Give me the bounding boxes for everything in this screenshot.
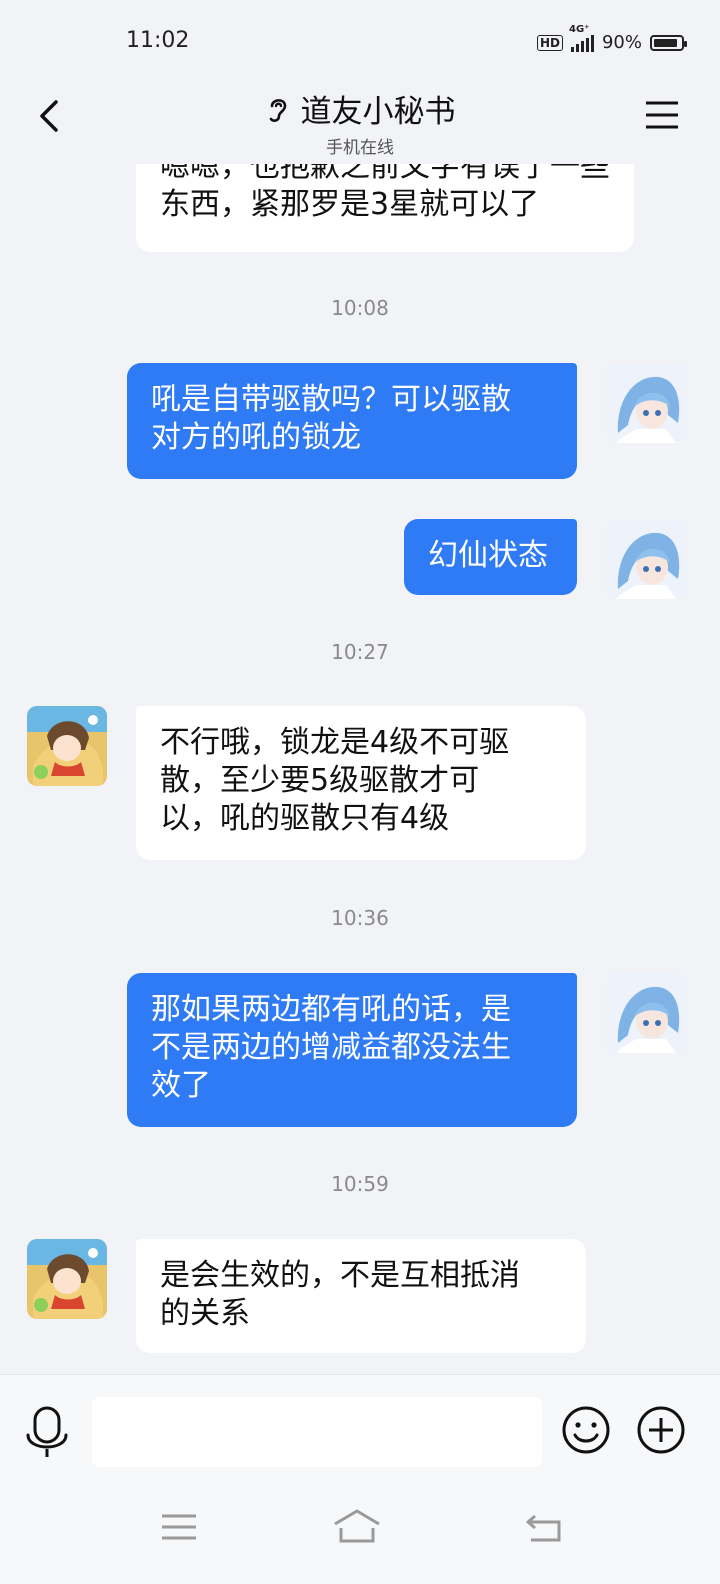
message-bubble-sent[interactable]: 那如果两边都有吼的话，是 不是两边的增减益都没法生 效了 xyxy=(127,973,577,1127)
message-bubble-sent[interactable]: 幻仙状态 xyxy=(404,519,577,595)
chat-title: 道友小秘书 xyxy=(300,94,456,130)
anime-girl-avatar-icon xyxy=(606,973,686,1053)
home-icon[interactable] xyxy=(332,1508,382,1544)
message-bubble-received[interactable]: 不行哦，锁龙是4级不可驱 散，至少要5级驱散才可 以，吼的驱散只有4级 xyxy=(136,706,586,860)
anime-girl-avatar-icon xyxy=(606,519,686,599)
menu-icon[interactable] xyxy=(160,1512,198,1542)
timestamp: 10:08 xyxy=(331,296,389,320)
input-bar xyxy=(0,1374,720,1485)
system-nav-bar xyxy=(0,1484,720,1584)
online-status: 手机在线 xyxy=(326,138,394,158)
timestamp: 10:36 xyxy=(331,906,389,930)
message-bubble-received[interactable]: 是会生效的，不是互相抵消 的关系 xyxy=(136,1239,586,1353)
contact-avatar[interactable] xyxy=(27,706,107,786)
status-time: 11:02 xyxy=(126,28,190,53)
hamburger-menu-icon[interactable] xyxy=(644,98,680,132)
back-icon[interactable] xyxy=(525,1512,563,1544)
microphone-icon[interactable] xyxy=(24,1405,70,1459)
cartoon-character-avatar-icon xyxy=(27,706,107,786)
timestamp: 10:59 xyxy=(331,1172,389,1196)
status-bar: 11:02 HD 4G⁺ 90% xyxy=(0,0,720,86)
signal-icon: 4G⁺ xyxy=(569,24,594,52)
message-bubble-received[interactable]: 嗯嗯，也抱歉之前文字有误了一些 东西，紧那罗是3星就可以了 xyxy=(136,164,634,252)
status-icons: HD 4G⁺ 90% xyxy=(536,24,687,53)
contact-avatar[interactable] xyxy=(27,1239,107,1319)
ear-icon xyxy=(269,98,286,122)
timestamp: 10:27 xyxy=(331,640,389,664)
message-bubble-sent[interactable]: 吼是自带驱散吗？可以驱散 对方的吼的锁龙 xyxy=(127,363,577,479)
my-avatar[interactable] xyxy=(606,519,686,599)
anime-girl-avatar-icon xyxy=(606,363,686,443)
my-avatar[interactable] xyxy=(606,363,686,443)
message-input[interactable] xyxy=(92,1397,542,1467)
smiley-icon[interactable] xyxy=(561,1405,611,1455)
battery-percent: 90% xyxy=(601,32,642,53)
plus-circle-icon[interactable] xyxy=(636,1405,686,1455)
title-block[interactable]: 道友小秘书 手机在线 xyxy=(0,86,720,158)
message-list[interactable]: 嗯嗯，也抱歉之前文字有误了一些 东西，紧那罗是3星就可以了 10:08 吼是自带… xyxy=(0,164,720,1374)
chat-header: 道友小秘书 手机在线 xyxy=(0,86,720,164)
my-avatar[interactable] xyxy=(606,973,686,1053)
hd-icon: HD xyxy=(536,34,563,51)
cartoon-character-avatar-icon xyxy=(27,1239,107,1319)
battery-icon xyxy=(650,34,687,51)
